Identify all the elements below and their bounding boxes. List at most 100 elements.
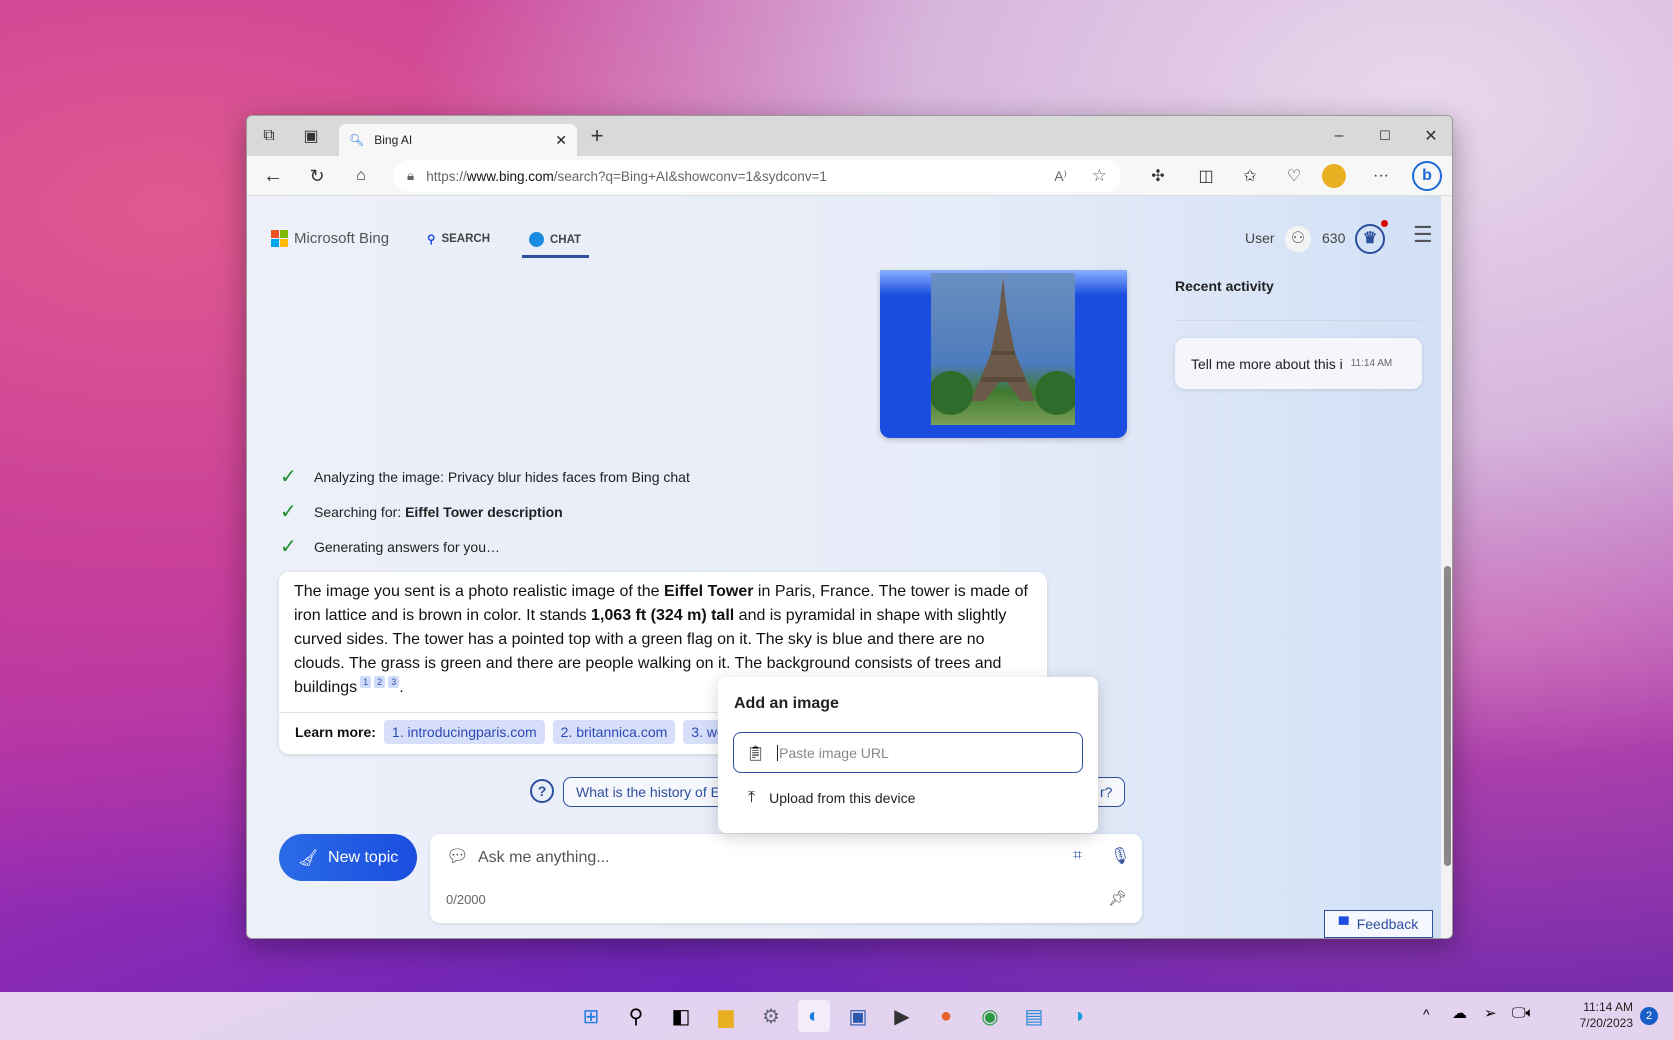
active-tab-underline [522, 255, 589, 258]
image-url-input[interactable]: 📋︎ Paste image URL [733, 732, 1083, 773]
feedback-button[interactable]: ▀ Feedback [1324, 910, 1433, 938]
nav-label: CHAT [550, 233, 582, 246]
onedrive-cloud-icon[interactable]: ☁ [1452, 1004, 1467, 1022]
chat-input-placeholder[interactable]: Ask me anything... [478, 849, 610, 867]
citation-1[interactable]: 1 [360, 676, 372, 688]
home-icon[interactable]: ⌂ [347, 162, 375, 190]
rewards-trophy-icon[interactable]: ♛ [1355, 224, 1385, 254]
feedback-icon: ▀ [1338, 916, 1349, 932]
refresh-icon[interactable]: ↻ [303, 162, 331, 190]
learn-more-label: Learn more: [295, 724, 376, 740]
taskbar: ⊞ ⚲ ◧ ▆ ⚙ ◐ ▣ ▶ ● ◉ ▤ ◑ ^ ☁ ➢ 🖵︎🔈︎ 11:14… [0, 992, 1673, 1040]
profile-avatar[interactable] [1322, 164, 1346, 188]
file-explorer-icon[interactable]: ▆ [710, 1000, 742, 1032]
clock[interactable]: 11:14 AM 7/20/2023 [1575, 999, 1633, 1031]
add-image-popup: Add an image 📋︎ Paste image URL ⤒ Upload … [718, 677, 1098, 833]
rewards-points[interactable]: 630 [1322, 230, 1345, 246]
address-bar[interactable]: 🔒︎ https://www.bing.com/search?q=Bing+AI… [393, 160, 1121, 192]
step-item: ✓ Analyzing the image: Privacy blur hides… [280, 464, 690, 489]
step-text: Searching for: Eiffel Tower description [314, 503, 563, 520]
upload-from-device-button[interactable]: ⤒ Upload from this device [748, 789, 915, 807]
pin-icon[interactable]: 📌︎ [1108, 889, 1127, 907]
chrome-icon[interactable]: ◉ [974, 1000, 1006, 1032]
suggestion-chip[interactable]: What is the history of E [563, 777, 733, 807]
learn-more-row: Learn more: 1. introducingparis.com 2. b… [295, 720, 733, 744]
character-counter: 0/2000 [446, 892, 486, 907]
recent-item-time: 11:14 AM [1350, 358, 1393, 369]
hamburger-menu-icon[interactable]: ☰ [1413, 222, 1433, 248]
help-question-icon: ? [530, 779, 554, 803]
search-icon[interactable]: ⚲ [620, 1000, 652, 1032]
recent-activity-item[interactable]: Tell me more about this i 11:14 AM [1175, 338, 1422, 389]
citation-2[interactable]: 2 [374, 676, 386, 688]
split-screen-icon[interactable]: ◫ [1192, 162, 1220, 190]
step-item: ✓ Generating answers for you… [280, 534, 690, 559]
bing-copilot-icon[interactable]: b [1412, 161, 1442, 191]
favorites-icon[interactable]: ✩ [1236, 162, 1264, 190]
chat-input-box[interactable]: 💬︎ Ask me anything... 0/2000 ⌗ 🎙︎ 📌︎ [430, 834, 1142, 923]
user-avatar-icon[interactable]: ⚇ [1285, 226, 1311, 252]
address-bar-row: ← ↻ ⌂ 🔒︎ https://www.bing.com/search?q=B… [247, 156, 1452, 196]
back-icon[interactable]: ← [259, 162, 287, 190]
scrollbar-thumb[interactable] [1444, 566, 1451, 866]
new-topic-label: New topic [328, 848, 399, 866]
tab-bing-ai[interactable]: 🔍︎ Bing AI ✕ [339, 124, 577, 156]
recent-item-text: Tell me more about this i [1191, 355, 1343, 372]
close-window-button[interactable]: ✕ [1417, 122, 1445, 150]
show-hidden-icons-chevron[interactable]: ^ [1423, 1006, 1430, 1022]
location-icon[interactable]: ➢ [1484, 1004, 1497, 1022]
feedback-label: Feedback [1356, 916, 1419, 932]
extensions-icon[interactable]: ✣ [1144, 162, 1172, 190]
lock-icon: 🔒︎ [407, 168, 415, 183]
nav-search[interactable]: ⚲ SEARCH [427, 232, 490, 246]
tab-title: Bing AI [374, 133, 413, 147]
source-link[interactable]: 1. introducingparis.com [383, 720, 545, 744]
bing-chat-page: Microsoft Bing ⚲ SEARCH CHAT User ⚇ 630 ♛… [247, 196, 1441, 938]
maximize-button[interactable]: ☐ [1371, 122, 1399, 150]
checkmark-icon: ✓ [280, 501, 297, 523]
tab-actions-icon[interactable]: ▣ [297, 122, 325, 150]
microsoft-logo-icon [271, 230, 288, 247]
visual-search-icon[interactable]: ⌗ [1073, 847, 1082, 865]
user-name[interactable]: User [1245, 230, 1275, 246]
browser-essentials-icon[interactable]: ♡ [1280, 162, 1308, 190]
close-tab-icon[interactable]: ✕ [555, 132, 567, 149]
nav-chat[interactable]: CHAT [529, 232, 581, 247]
microsoft-store-icon[interactable]: ▣ [842, 1000, 874, 1032]
search-icon: ⚲ [427, 234, 436, 246]
microphone-icon[interactable]: 🎙︎ [1110, 846, 1130, 866]
chat-icon [529, 232, 544, 247]
divider [1175, 320, 1422, 321]
task-view-icon[interactable]: ◧ [665, 1000, 697, 1032]
edge-canary-icon[interactable]: ◑ [1062, 1000, 1094, 1032]
nav-label: SEARCH [441, 233, 490, 245]
workspaces-icon[interactable]: ⧉ [255, 122, 283, 150]
read-aloud-icon[interactable]: A⁾ [1054, 168, 1067, 185]
recent-activity-title: Recent activity [1175, 278, 1274, 294]
url-text: https://www.bing.com/search?q=Bing+AI&sh… [426, 168, 827, 184]
checkmark-icon: ✓ [280, 466, 297, 488]
upload-icon: ⤒ [748, 789, 756, 806]
notification-dot [1381, 220, 1388, 227]
start-windows-icon[interactable]: ⊞ [575, 1000, 607, 1032]
minimize-button[interactable]: – [1325, 122, 1353, 150]
terminal-icon[interactable]: ▶ [886, 1000, 918, 1032]
notification-badge[interactable]: 2 [1640, 1007, 1658, 1025]
settings-gear-icon[interactable]: ⚙ [755, 1000, 787, 1032]
new-tab-button[interactable]: + [583, 122, 611, 150]
favorite-star-icon[interactable]: ☆ [1092, 166, 1107, 186]
network-speaker-icon[interactable]: 🖵︎🔈︎ [1512, 1004, 1534, 1021]
firefox-icon[interactable]: ● [930, 1000, 962, 1032]
eiffel-tower-photo [931, 273, 1075, 425]
progress-steps: ✓ Analyzing the image: Privacy blur hides… [280, 464, 690, 559]
scrollbar[interactable] [1441, 196, 1452, 938]
step-item: ✓ Searching for: Eiffel Tower description [280, 499, 690, 524]
citation-3[interactable]: 3 [388, 676, 400, 688]
more-menu-icon[interactable]: ··· [1367, 162, 1395, 190]
edge-browser-icon[interactable]: ◐ [798, 1000, 830, 1032]
new-topic-button[interactable]: 🧹︎ New topic [279, 834, 417, 881]
notepad-icon[interactable]: ▤ [1018, 1000, 1050, 1032]
source-link[interactable]: 2. britannica.com [552, 720, 676, 744]
uploaded-image-card[interactable] [880, 270, 1127, 438]
microsoft-bing-logo[interactable]: Microsoft Bing [271, 230, 389, 247]
